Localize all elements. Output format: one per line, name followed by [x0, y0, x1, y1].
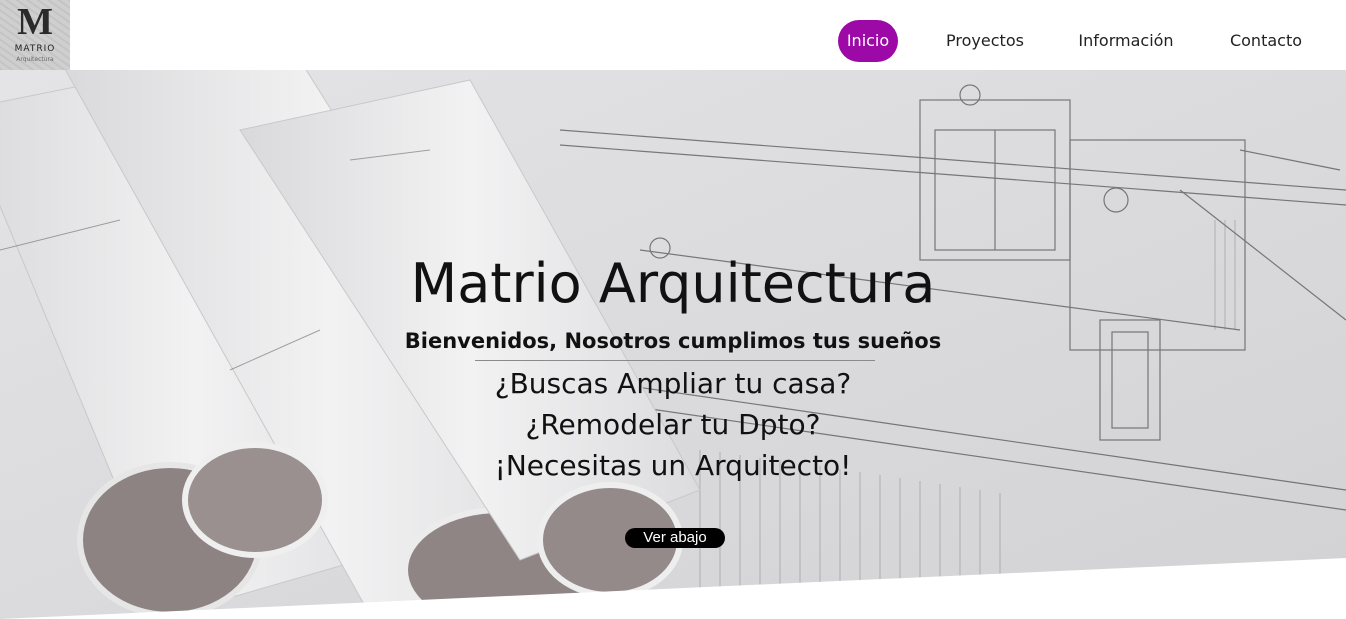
nav-item-informacion[interactable]: Información [1070, 20, 1182, 62]
hero-section: Matrio Arquitectura Bienvenidos, Nosotro… [0, 70, 1346, 619]
hero-line-2: ¿Remodelar tu Dpto? [525, 408, 821, 441]
hero-subtitle: Bienvenidos, Nosotros cumplimos tus sueñ… [404, 329, 942, 353]
hero-line-3: ¡Necesitas un Arquitecto! [494, 449, 852, 482]
nav-item-inicio[interactable]: Inicio [838, 20, 898, 62]
hero-title: Matrio Arquitectura [410, 252, 936, 315]
site-header: M MATRIO Arquitectura Inicio Proyectos I… [0, 0, 1346, 70]
main-nav: Inicio Proyectos Información Contacto [0, 20, 1346, 62]
hero-line-1: ¿Buscas Ampliar tu casa? [494, 367, 852, 400]
nav-item-proyectos[interactable]: Proyectos [938, 20, 1032, 62]
hero-divider [475, 360, 875, 361]
scroll-down-button[interactable]: Ver abajo [625, 528, 725, 548]
nav-item-contacto[interactable]: Contacto [1222, 20, 1310, 62]
